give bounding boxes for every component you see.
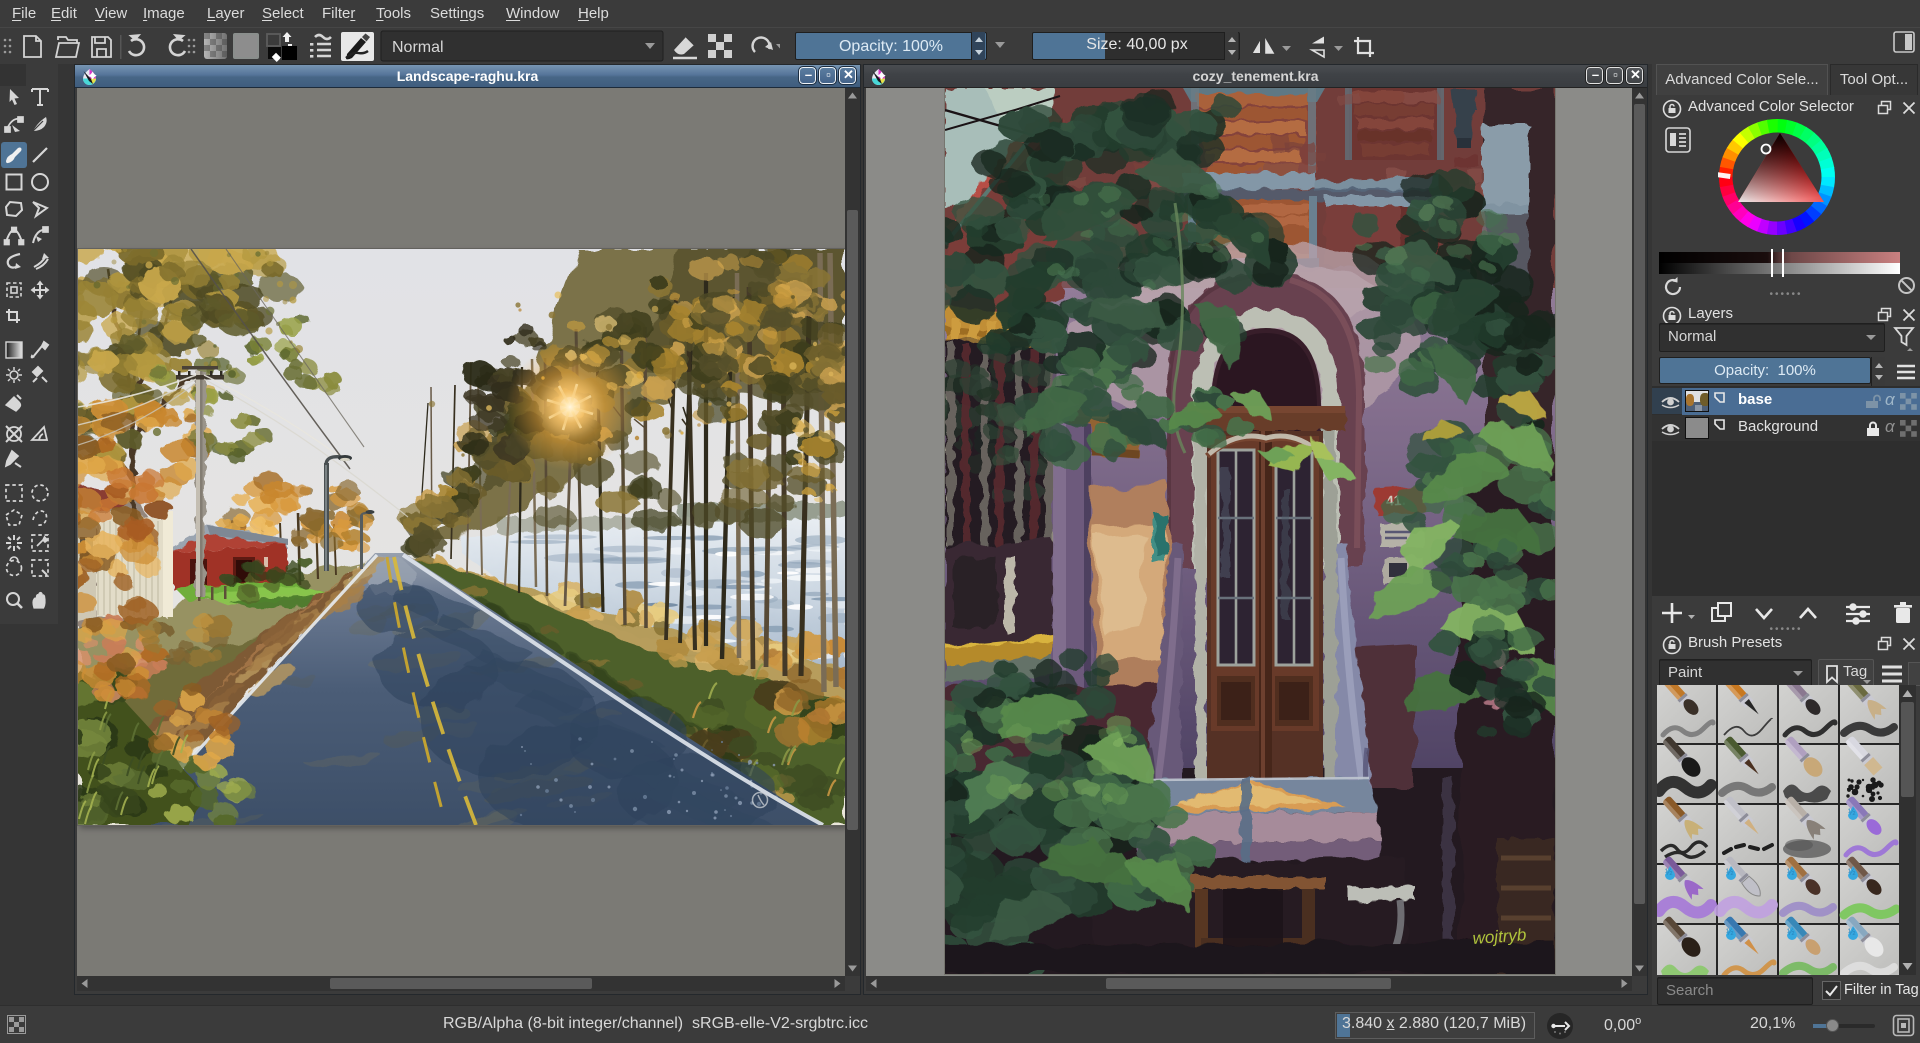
svg-text:½: ½ <box>1665 867 1673 877</box>
svg-text:½: ½ <box>1848 867 1856 877</box>
svg-text:Normal: Normal <box>392 39 444 56</box>
svg-text:½: ½ <box>1726 867 1734 877</box>
svg-text:½: ½ <box>1848 927 1856 937</box>
svg-text:wojtryb: wojtryb <box>1472 925 1527 948</box>
svg-text:½: ½ <box>1848 807 1856 817</box>
svg-text:½: ½ <box>1787 867 1795 877</box>
svg-text:½: ½ <box>1787 927 1795 937</box>
svg-text:½: ½ <box>1726 927 1734 937</box>
